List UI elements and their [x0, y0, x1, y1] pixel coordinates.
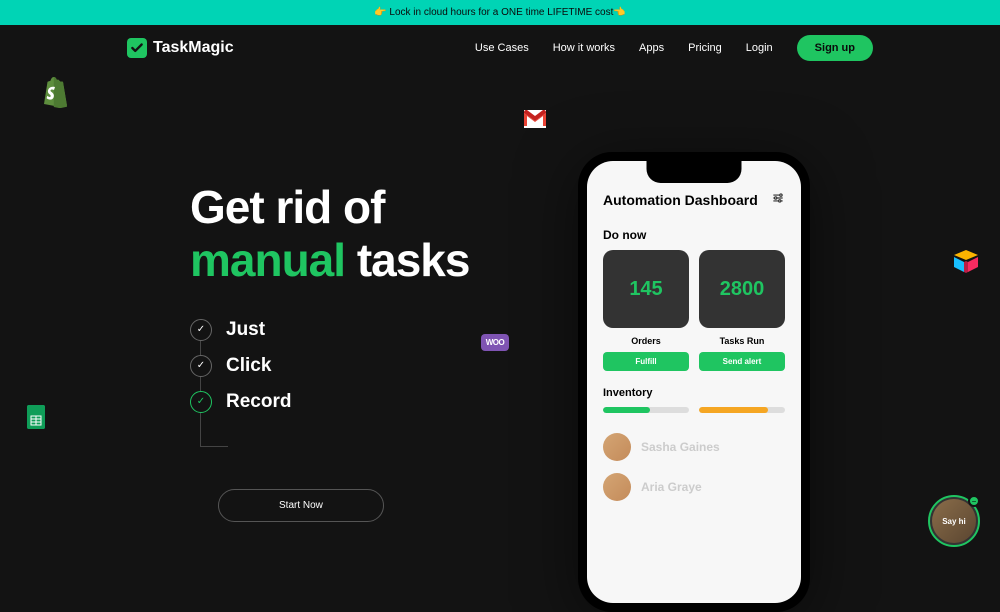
phone-notch — [647, 161, 742, 183]
chat-widget[interactable]: Say hi − — [928, 495, 980, 547]
orders-value: 145 — [629, 278, 662, 301]
check-icon: ✓ — [190, 355, 212, 377]
metric-cards: 145 2800 — [603, 250, 785, 328]
hero-line1: Get rid of — [190, 181, 384, 233]
inventory-section: Inventory — [603, 387, 785, 413]
shopify-icon — [41, 76, 69, 108]
list-item[interactable]: Sasha Gaines — [603, 433, 785, 461]
orders-card[interactable]: 145 — [603, 250, 689, 328]
person-name: Sasha Gaines — [641, 440, 720, 454]
avatar — [603, 473, 631, 501]
step-label: Record — [226, 391, 291, 413]
card-buttons: Fulfill Send alert — [603, 352, 785, 371]
hero-line2-rest: tasks — [345, 234, 469, 286]
hero-accent: manual — [190, 234, 345, 286]
logo[interactable]: TaskMagic — [127, 38, 234, 58]
nav-use-cases[interactable]: Use Cases — [475, 42, 529, 54]
people-list: Sasha Gaines Aria Graye — [603, 433, 785, 501]
hero-section: Get rid of manual tasks ✓ Just ✓ Click ✓… — [0, 71, 1000, 522]
inventory-bars — [603, 407, 785, 413]
inventory-bar-1 — [603, 407, 689, 413]
promo-banner[interactable]: 👉 Lock in cloud hours for a ONE time LIF… — [0, 0, 1000, 25]
check-icon: ✓ — [190, 319, 212, 341]
promo-text: 👉 Lock in cloud hours for a ONE time LIF… — [374, 7, 626, 18]
avatar — [603, 433, 631, 461]
tasks-label: Tasks Run — [699, 336, 785, 346]
settings-icon[interactable] — [771, 191, 785, 208]
person-name: Aria Graye — [641, 480, 702, 494]
card-labels: Orders Tasks Run — [603, 336, 785, 346]
step-label: Click — [226, 355, 271, 377]
signup-button[interactable]: Sign up — [797, 35, 873, 61]
phone-screen: Automation Dashboard Do now 145 2800 Ord… — [587, 161, 801, 603]
list-item[interactable]: Aria Graye — [603, 473, 785, 501]
check-icon: ✓ — [190, 391, 212, 413]
send-alert-button[interactable]: Send alert — [699, 352, 785, 371]
do-now-label: Do now — [603, 228, 785, 242]
airtable-icon — [952, 250, 980, 274]
inventory-label: Inventory — [603, 387, 785, 399]
inventory-bar-2 — [699, 407, 785, 413]
tasks-run-card[interactable]: 2800 — [699, 250, 785, 328]
nav-how-it-works[interactable]: How it works — [553, 42, 615, 54]
logo-icon — [127, 38, 147, 58]
orders-label: Orders — [603, 336, 689, 346]
phone-mockup: Automation Dashboard Do now 145 2800 Ord… — [578, 152, 810, 612]
step-label: Just — [226, 319, 265, 341]
nav: Use Cases How it works Apps Pricing Logi… — [475, 35, 873, 61]
chat-status-dot: − — [968, 495, 980, 507]
chat-label: Say hi — [942, 517, 966, 526]
nav-login[interactable]: Login — [746, 42, 773, 54]
dashboard-title: Automation Dashboard — [603, 192, 758, 208]
nav-apps[interactable]: Apps — [639, 42, 664, 54]
woocommerce-icon: WOO — [481, 334, 509, 351]
fulfill-button[interactable]: Fulfill — [603, 352, 689, 371]
step-connector-h — [200, 446, 228, 447]
header: TaskMagic Use Cases How it works Apps Pr… — [0, 25, 1000, 71]
logo-text: TaskMagic — [153, 39, 234, 57]
dashboard-header: Automation Dashboard — [603, 191, 785, 208]
nav-pricing[interactable]: Pricing — [688, 42, 722, 54]
tasks-value: 2800 — [720, 278, 765, 301]
google-sheets-icon — [27, 405, 45, 429]
start-now-button[interactable]: Start Now — [218, 489, 384, 522]
gmail-icon — [524, 110, 546, 128]
